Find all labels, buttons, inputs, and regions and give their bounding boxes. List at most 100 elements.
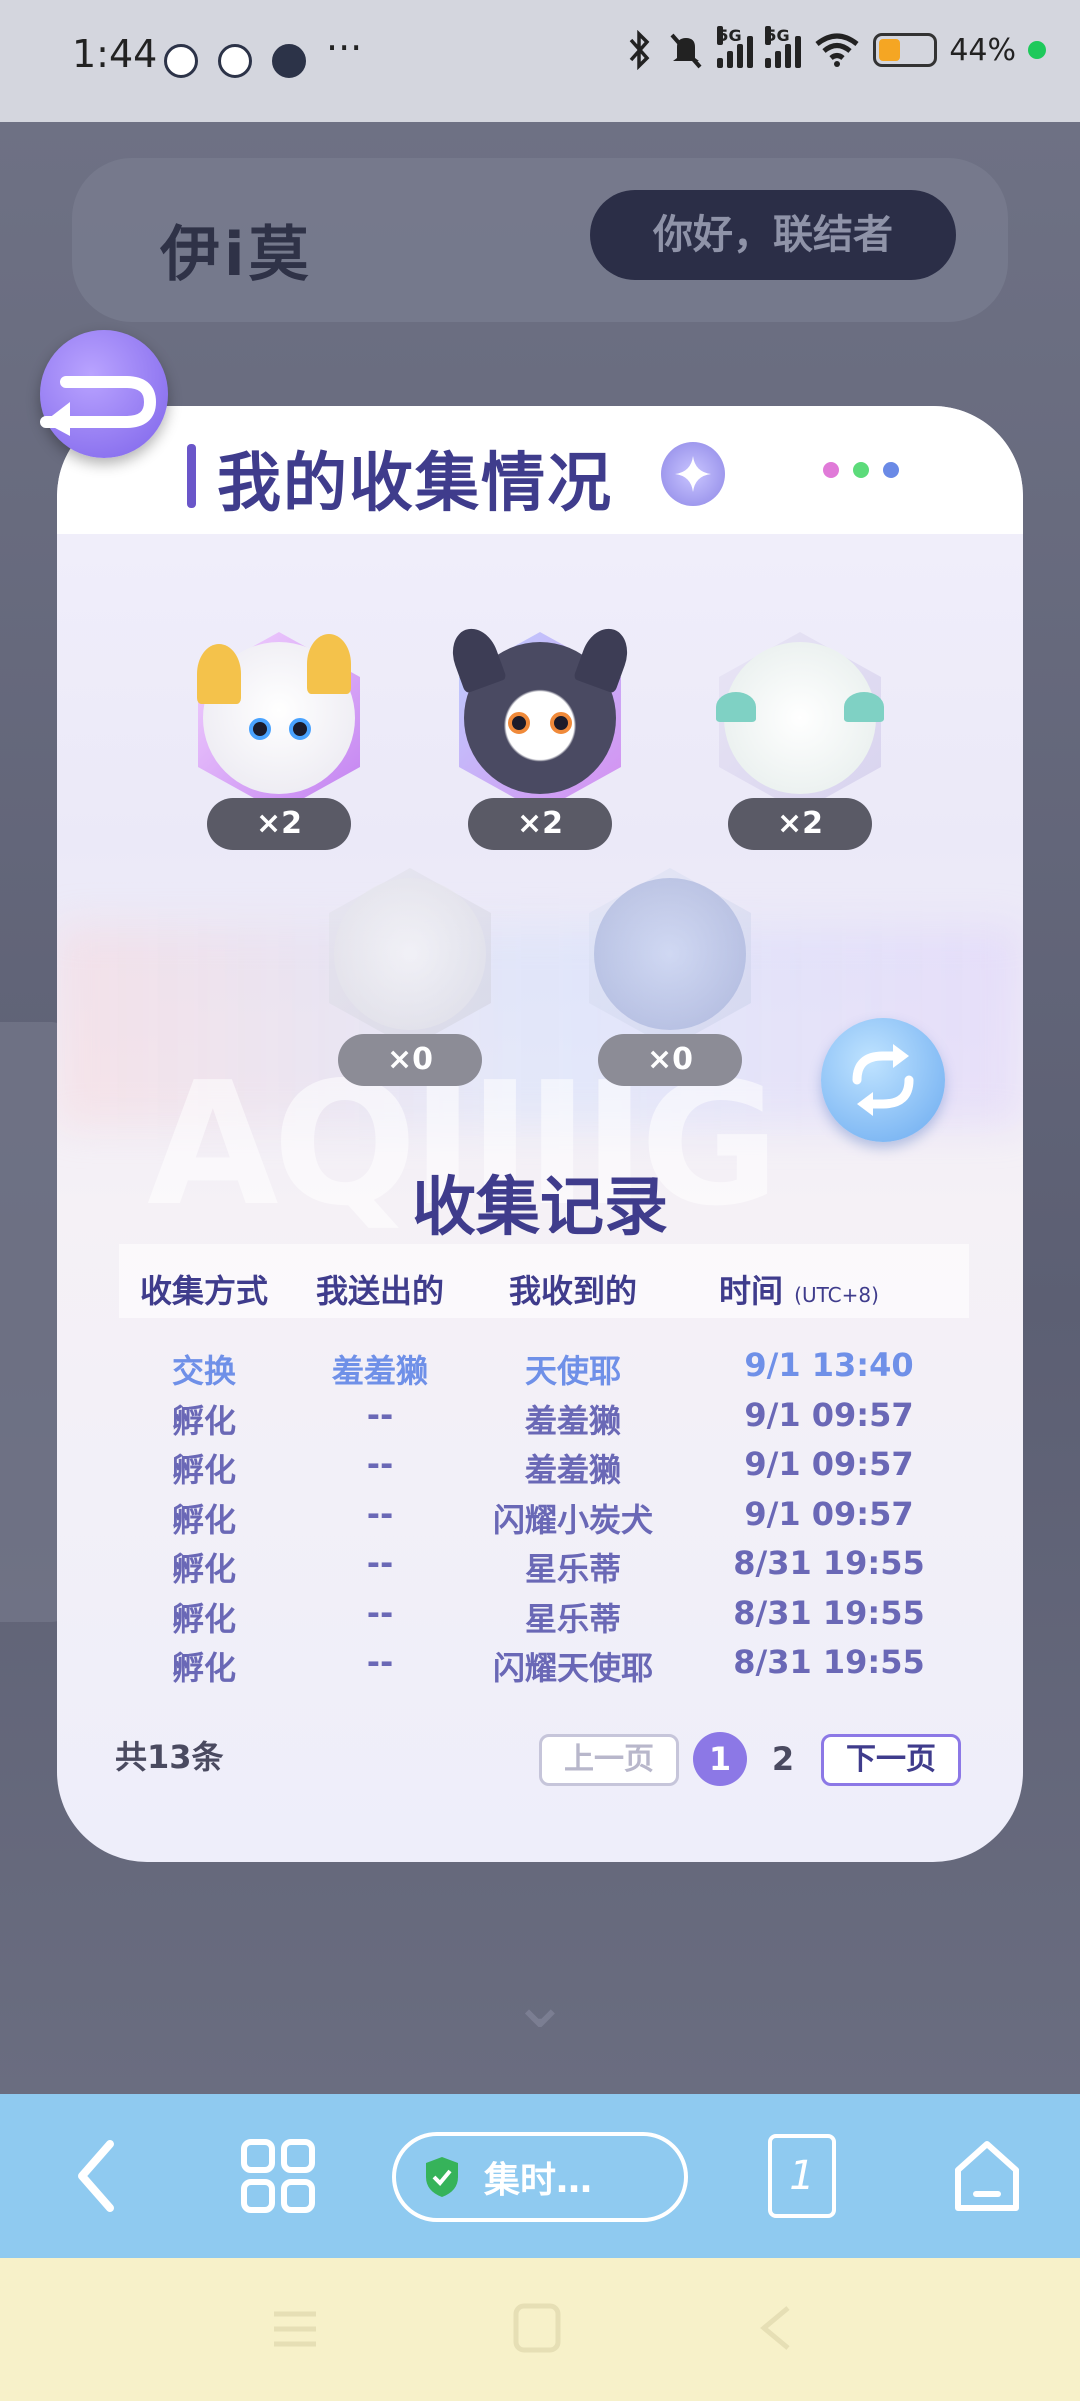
app-logo: 伊i莫 (160, 220, 313, 290)
table-row: 孵化 -- 闪耀天使耶 8/31 19:55 (119, 1643, 969, 1693)
table-row: 孵化 -- 星乐蒂 8/31 19:55 (119, 1544, 969, 1594)
pet-count-badge: ×2 (207, 798, 351, 850)
home-nav-icon[interactable] (512, 2302, 562, 2354)
pet-card[interactable]: ×0 (310, 868, 510, 1086)
cell-sent: -- (366, 1593, 394, 1632)
pet-card[interactable]: ×0 (570, 868, 770, 1086)
ear-icon (307, 634, 351, 694)
cell-method: 孵化 (171, 1500, 236, 1539)
cell-time: 9/1 09:57 (744, 1494, 914, 1533)
status-icons: 5G 5G 44% (625, 26, 1046, 70)
cell-method: 孵化 (171, 1649, 236, 1687)
timezone-label: (UTC+8) (794, 1283, 879, 1307)
secure-shield-icon (426, 2157, 458, 2197)
app-notification-icon (164, 44, 198, 78)
page-1-button[interactable]: 1 (693, 1732, 747, 1786)
next-page-button[interactable]: 下一页 (821, 1734, 961, 1786)
eye-icon (289, 718, 311, 740)
pet-card[interactable]: ×2 (700, 632, 900, 850)
pet-ink-fox-icon (445, 622, 635, 794)
records-title: 收集记录 (412, 1171, 668, 1245)
back-button[interactable] (40, 330, 168, 458)
browser-back-icon[interactable] (70, 2134, 120, 2218)
privacy-indicator-icon (1028, 41, 1046, 59)
cell-sent: -- (366, 1395, 394, 1434)
cell-method: 孵化 (171, 1550, 236, 1588)
cell-method: 孵化 (171, 1451, 236, 1489)
clock: 1:44 (72, 32, 158, 76)
cell-time: 8/31 19:55 (733, 1544, 925, 1582)
sparkle-icon (661, 442, 725, 506)
app-notification-icon (272, 44, 306, 78)
cell-method: 孵化 (171, 1599, 236, 1638)
wifi-icon (815, 33, 859, 67)
cell-method: 孵化 (171, 1401, 236, 1440)
cell-sent: 羞羞獭 (331, 1352, 428, 1390)
prev-page-button[interactable]: 上一页 (539, 1734, 679, 1786)
page-title-label: 集时… (484, 2160, 593, 2201)
column-header-received: 我收到的 (508, 1272, 637, 1310)
total-count: 共13条 (115, 1738, 224, 1776)
status-bar: 1:44 ··· 5G 5G 44% (0, 0, 1080, 122)
cell-time: 9/1 09:57 (744, 1395, 914, 1434)
table-row: 交换 羞羞獭 天使耶 9/1 13:40 (119, 1346, 969, 1396)
column-header-method: 收集方式 (139, 1272, 268, 1310)
cell-time: 8/31 19:55 (733, 1643, 925, 1681)
cell-sent: -- (366, 1494, 394, 1533)
column-header-time: 时间 (UTC+8) (719, 1266, 919, 1312)
home-icon[interactable] (952, 2134, 1022, 2218)
cell-received: 羞羞獭 (524, 1401, 621, 1440)
column-header-sent: 我送出的 (315, 1272, 444, 1310)
cell-received: 闪耀天使耶 (492, 1649, 653, 1687)
refresh-button[interactable] (821, 1018, 945, 1142)
table-row: 孵化 -- 星乐蒂 8/31 19:55 (119, 1594, 969, 1644)
pet-shy-otter-icon (334, 878, 486, 1030)
cell-received: 羞羞獭 (524, 1451, 621, 1489)
signal-strength-icon: 5G (717, 26, 754, 68)
pet-cloud-sheep-icon (716, 642, 884, 794)
pet-cream-fox-icon (197, 634, 355, 794)
cell-received: 星乐蒂 (524, 1599, 621, 1638)
eye-icon (508, 712, 530, 734)
battery-icon (873, 33, 938, 67)
horn-icon (716, 692, 756, 722)
cell-time: 8/31 19:55 (733, 1593, 925, 1632)
modal-title: 我的收集情况 (217, 447, 613, 521)
cell-sent: -- (366, 1544, 394, 1582)
page-2-button[interactable]: 2 (763, 1732, 803, 1786)
browser-toolbar: 集时… 1 (0, 2094, 1080, 2258)
eye-icon (249, 718, 271, 740)
ear-icon (197, 644, 241, 704)
table-row: 孵化 -- 羞羞獭 9/1 09:57 (119, 1396, 969, 1446)
cell-received: 闪耀小炭犬 (492, 1500, 653, 1539)
ear-icon (573, 622, 635, 694)
table-row: 孵化 -- 羞羞獭 9/1 09:57 (119, 1445, 969, 1495)
cell-received: 天使耶 (524, 1352, 621, 1390)
recent-apps-icon[interactable] (270, 2306, 320, 2352)
pet-card[interactable]: ×2 (179, 632, 379, 850)
title-accent-bar (187, 444, 196, 508)
app-notification-icon (218, 44, 252, 78)
back-nav-icon[interactable] (756, 2302, 796, 2354)
menu-grid-icon[interactable] (240, 2134, 316, 2218)
collection-modal: 我的收集情况 AQIIIIG ×2 ×2 ×2 ×0 ×0 收集记录 收集方式 … (57, 406, 1023, 1862)
horn-icon (844, 692, 884, 722)
tabs-button[interactable]: 1 (768, 2134, 836, 2218)
bluetooth-icon (630, 30, 650, 70)
return-arrow-icon (40, 376, 157, 436)
cell-received: 星乐蒂 (524, 1550, 621, 1588)
scroll-down-chevron-icon: ⌄ (510, 1962, 570, 2044)
system-navigation-bar (0, 2258, 1080, 2401)
signal-strength-icon: 5G (765, 26, 802, 68)
decorative-dots (823, 462, 899, 478)
cell-sent: -- (366, 1445, 394, 1483)
cell-time: 9/1 09:57 (744, 1445, 914, 1483)
address-bar[interactable]: 集时… (392, 2132, 688, 2222)
pet-star-mouse-icon (594, 878, 746, 1030)
pet-count-badge: ×2 (468, 798, 612, 850)
more-notifications-icon: ··· (326, 26, 363, 70)
table-row: 孵化 -- 闪耀小炭犬 9/1 09:57 (119, 1495, 969, 1545)
pet-count-badge: ×0 (338, 1034, 482, 1086)
pet-card[interactable]: ×2 (440, 622, 640, 850)
cell-method: 交换 (171, 1352, 236, 1390)
